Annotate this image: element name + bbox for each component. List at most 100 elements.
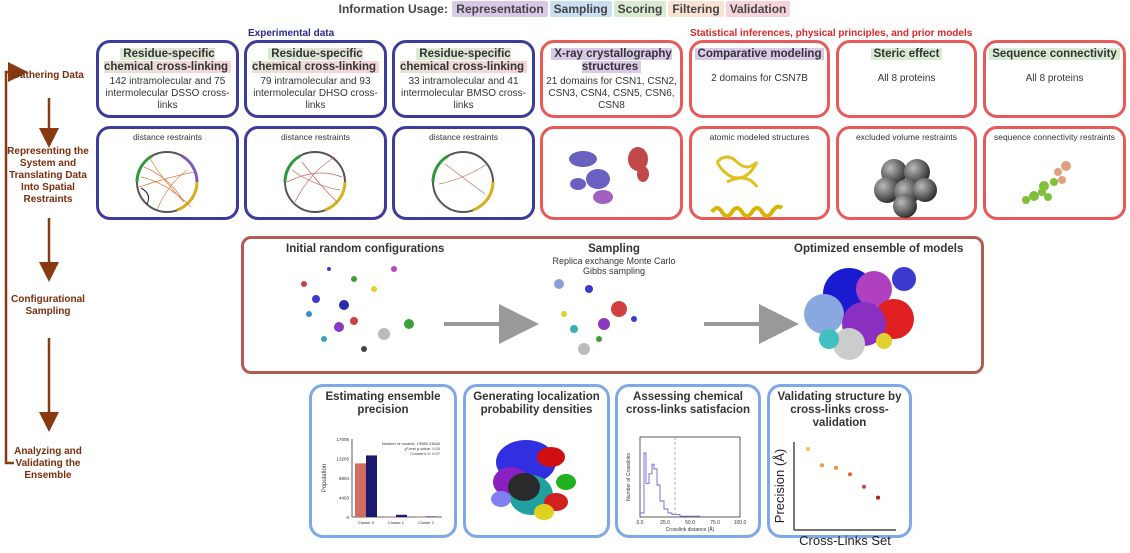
circos-plot-image bbox=[283, 151, 347, 213]
spheres-image bbox=[874, 159, 937, 218]
data-point bbox=[876, 495, 880, 500]
legend-sampling: Sampling bbox=[549, 1, 612, 17]
information-usage-legend: Information Usage: Representation Samplin… bbox=[0, 1, 1130, 17]
legend-filtering: Filtering bbox=[668, 1, 724, 17]
localization-densities-box: Generating localization probability dens… bbox=[463, 384, 610, 538]
box-title: Assessing chemical cross-links satisfaci… bbox=[626, 391, 750, 416]
optimized-ensemble-image bbox=[804, 267, 916, 360]
statistical-inferences-header: Statistical inferences, physical princip… bbox=[690, 28, 973, 39]
box-title: Validating structure by cross-links cros… bbox=[777, 391, 902, 429]
restraint-label: atomic modeled structures bbox=[709, 132, 810, 142]
stage-analyzing-validating: Analyzing and Validating the Ensemble bbox=[14, 446, 82, 481]
x-tick-label: 75.0 bbox=[710, 520, 720, 526]
box-title: Estimating ensemble precision bbox=[325, 391, 441, 416]
legend-representation: Representation bbox=[452, 1, 548, 17]
x-tick-label: 0.0 bbox=[637, 520, 644, 526]
xray-structures-image-box bbox=[540, 126, 683, 220]
sequence-connectivity-restraints-box: sequence connectivity restraints bbox=[983, 126, 1126, 220]
box-text: 2 domains for CSN7B bbox=[711, 73, 808, 84]
dhso-restraints-box: distance restraints bbox=[244, 126, 387, 220]
box-text: All 8 proteins bbox=[1025, 73, 1084, 84]
dsso-restraints-box: distance restraints bbox=[96, 126, 239, 220]
x-tick-label: Cluster 0 bbox=[358, 520, 375, 525]
restraint-label: distance restraints bbox=[429, 132, 498, 142]
y-tick-label: 8804 bbox=[339, 476, 350, 481]
restraint-label: distance restraints bbox=[281, 132, 350, 142]
y-axis-label: Precision (Å) bbox=[772, 449, 787, 523]
bar bbox=[396, 514, 407, 517]
comparative-modeling-box: Comparative modeling 2 domains for CSN7B bbox=[689, 40, 830, 118]
precision-bar-chart: 17606 13205 8804 4403 0 Population Cluster 0 Cl… bbox=[322, 437, 442, 525]
circos-plot-image bbox=[135, 151, 199, 213]
y-axis-label: Number of Crosslinks bbox=[626, 453, 632, 501]
bmso-restraints-box: distance restraints bbox=[392, 126, 535, 220]
random-configurations-image bbox=[301, 266, 414, 352]
sequence-connectivity-box: Sequence connectivity All 8 proteins bbox=[983, 40, 1126, 118]
bmso-crosslinking-box: Residue-specific chemical cross-linking … bbox=[392, 40, 535, 118]
restraint-label: sequence connectivity restraints bbox=[994, 132, 1115, 142]
box-text: 79 intramolecular and 93 intermolecular … bbox=[253, 76, 378, 111]
y-tick-label: 17606 bbox=[336, 437, 349, 442]
legend-prefix: Information Usage: bbox=[338, 2, 448, 16]
box-title: Steric effect bbox=[870, 48, 943, 60]
x-tick-label: Cluster 2 bbox=[418, 520, 435, 525]
x-axis-label: Crosslink distance (Å) bbox=[666, 526, 715, 533]
data-point bbox=[820, 463, 824, 468]
box-text: 142 intramolecular and 75 intermolecular… bbox=[105, 76, 230, 111]
stage-gathering-data: Gathering Data bbox=[12, 70, 84, 81]
cross-validation-box: Validating structure by cross-links cros… bbox=[767, 384, 912, 548]
homology-model-image bbox=[710, 155, 784, 218]
restraint-label: distance restraints bbox=[133, 132, 202, 142]
legend-validation: Validation bbox=[725, 1, 791, 17]
bead-chain-image bbox=[1022, 161, 1071, 204]
box-text: 21 domains for CSN1, CSN2, CSN3, CSN4, C… bbox=[546, 76, 677, 111]
data-point bbox=[806, 447, 810, 451]
x-tick-label: 100.0 bbox=[734, 520, 747, 526]
box-text: 33 intramolecular and 41 intermolecular … bbox=[400, 76, 527, 111]
bar bbox=[385, 516, 396, 518]
x-tick-label: Cluster 1 bbox=[388, 520, 405, 525]
experimental-data-header: Experimental data bbox=[248, 28, 335, 39]
bar bbox=[426, 516, 437, 517]
stage-representing: Representing the System and Translating … bbox=[7, 146, 89, 205]
crystal-structures-image bbox=[569, 147, 649, 204]
data-point bbox=[862, 484, 866, 489]
ensemble-precision-box: Estimating ensemble precision 17606 13205… bbox=[309, 384, 457, 538]
box-title: Residue-specific chemical cross-linking bbox=[400, 48, 527, 73]
box-title: Generating localization probability dens… bbox=[473, 391, 600, 416]
localization-density-image bbox=[491, 440, 576, 520]
legend-scoring: Scoring bbox=[613, 1, 667, 17]
plot-frame bbox=[639, 436, 741, 518]
atomic-models-box: atomic modeled structures bbox=[689, 126, 830, 220]
data-point bbox=[848, 472, 852, 477]
bar bbox=[355, 463, 366, 517]
excluded-volume-box: excluded volume restraints bbox=[836, 126, 977, 220]
circos-plot-image bbox=[431, 151, 495, 213]
crosslink-distance-histogram: 0.0 25.0 50.0 75.0 100.0 Crosslink distance (… bbox=[626, 436, 747, 533]
bar bbox=[366, 455, 377, 517]
x-tick-label: 50.0 bbox=[685, 520, 695, 526]
y-tick-label: 13205 bbox=[336, 457, 349, 462]
y-axis-label: Population bbox=[322, 464, 328, 492]
data-point bbox=[834, 465, 838, 470]
box-title: X-ray crystallography structures bbox=[551, 48, 672, 73]
crosslink-satisfaction-box: Assessing chemical cross-links satisfaci… bbox=[615, 384, 761, 538]
x-axis-label: Cross-Links Set bbox=[799, 533, 891, 548]
y-tick-label: 4403 bbox=[339, 496, 350, 501]
x-tick-label: 25.0 bbox=[660, 520, 670, 526]
y-tick-label: 0 bbox=[346, 515, 349, 520]
sampled-configurations-image bbox=[554, 279, 637, 355]
xray-structures-box: X-ray crystallography structures 21 doma… bbox=[540, 40, 683, 118]
steric-effect-box: Steric effect All 8 proteins bbox=[836, 40, 977, 118]
configurational-sampling-box: Initial random configurations Sampling R… bbox=[241, 236, 984, 374]
stats-text: Cramer's V: 0.07 bbox=[410, 451, 441, 456]
workflow-arrows bbox=[4, 62, 59, 465]
box-text: All 8 proteins bbox=[877, 73, 936, 84]
bar bbox=[415, 516, 426, 518]
histogram-line bbox=[640, 452, 701, 517]
box-title: Residue-specific chemical cross-linking bbox=[252, 48, 379, 73]
box-title: Comparative modeling bbox=[694, 48, 825, 60]
dsso-crosslinking-box: Residue-specific chemical cross-linking … bbox=[96, 40, 239, 118]
box-title: Residue-specific chemical cross-linking bbox=[104, 48, 231, 73]
restraint-label: excluded volume restraints bbox=[855, 132, 958, 142]
